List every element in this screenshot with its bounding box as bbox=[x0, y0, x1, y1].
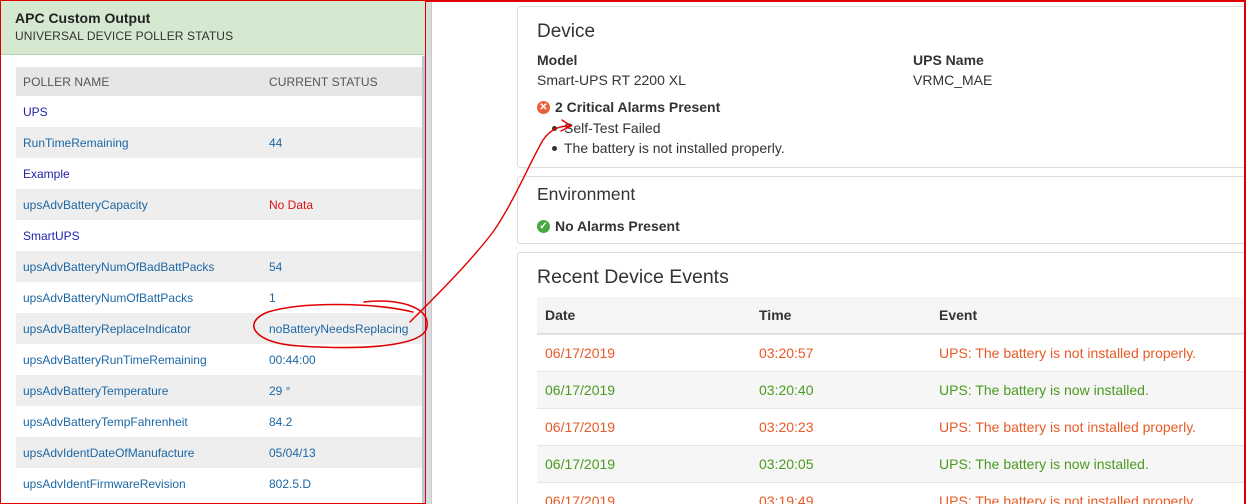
poller-group-link[interactable]: SmartUPS bbox=[16, 229, 269, 243]
event-message: UPS: The battery is not installed proper… bbox=[939, 419, 1197, 435]
table-row: 06/17/2019 03:20:57 UPS: The battery is … bbox=[537, 334, 1246, 371]
poller-status: 29 ° bbox=[269, 383, 291, 398]
poller-group-link[interactable]: Example bbox=[16, 167, 269, 181]
event-date: 06/17/2019 bbox=[545, 345, 616, 361]
poller-status: 84.2 bbox=[269, 414, 293, 429]
column-header-time[interactable]: Time bbox=[759, 307, 939, 323]
poller-status: 1 bbox=[269, 290, 276, 305]
environment-status-text: No Alarms Present bbox=[555, 218, 680, 234]
poller-status: 54 bbox=[269, 259, 283, 274]
poller-status: 05/04/13 bbox=[269, 445, 316, 460]
event-time: 03:20:40 bbox=[759, 382, 814, 398]
column-header-event[interactable]: Event bbox=[939, 307, 977, 323]
table-row: 06/17/2019 03:20:23 UPS: The battery is … bbox=[537, 408, 1246, 445]
environment-status: ✓ No Alarms Present bbox=[537, 218, 680, 234]
event-date: 06/17/2019 bbox=[545, 419, 616, 435]
alarm-list: Self-Test Failed The battery is not inst… bbox=[552, 120, 785, 160]
ups-name-value: VRMC_MAE bbox=[913, 72, 993, 88]
poller-name-link[interactable]: upsAdvIdentFirmwareRevision bbox=[16, 477, 269, 491]
event-message: UPS: The battery is now installed. bbox=[939, 456, 1149, 472]
poller-status: 44 bbox=[269, 135, 283, 150]
event-message: UPS: The battery is now installed. bbox=[939, 382, 1149, 398]
column-header-current-status: CURRENT STATUS bbox=[269, 74, 378, 89]
table-row: upsAdvBatteryTemperature 29 ° bbox=[16, 375, 425, 406]
poller-status: 802.5.D bbox=[269, 476, 312, 491]
table-row: 06/17/2019 03:19:49 UPS: The battery is … bbox=[537, 482, 1246, 504]
poller-name-link[interactable]: RunTimeRemaining bbox=[16, 136, 269, 150]
table-row: upsAdvIdentFirmwareRevision 802.5.D bbox=[16, 468, 425, 499]
environment-card: Environment ✓ No Alarms Present bbox=[517, 176, 1246, 244]
event-date: 06/17/2019 bbox=[545, 382, 616, 398]
poller-status: noBatteryNeedsReplacing bbox=[269, 321, 409, 336]
table-row: upsAdvBatteryTempFahrenheit 84.2 bbox=[16, 406, 425, 437]
events-table: Date Time Event 06/17/2019 03:20:57 UPS:… bbox=[537, 297, 1246, 504]
table-row: upsAdvBatteryReplaceIndicator noBatteryN… bbox=[16, 313, 425, 344]
table-row: upsAdvBatteryCapacity No Data bbox=[16, 189, 425, 220]
poller-status: No Data bbox=[269, 197, 314, 212]
alarm-item: The battery is not installed properly. bbox=[552, 140, 785, 160]
poller-name-link[interactable]: upsAdvBatteryRunTimeRemaining bbox=[16, 353, 269, 367]
poller-name-link[interactable]: upsAdvBatteryCapacity bbox=[16, 198, 269, 212]
table-row: Example bbox=[16, 158, 425, 189]
annotation-border-top bbox=[426, 0, 1246, 2]
poller-name-link[interactable]: upsAdvBatteryNumOfBattPacks bbox=[16, 291, 269, 305]
critical-alarm-summary: ✕ 2 Critical Alarms Present bbox=[537, 99, 720, 115]
column-header-poller-name: POLLER NAME bbox=[23, 74, 110, 89]
poller-panel-title: APC Custom Output bbox=[15, 10, 151, 26]
poller-name-link[interactable]: upsAdvIdentDateOfManufacture bbox=[16, 446, 269, 460]
event-time: 03:20:05 bbox=[759, 456, 814, 472]
event-message: UPS: The battery is not installed proper… bbox=[939, 493, 1197, 504]
model-value: Smart-UPS RT 2200 XL bbox=[537, 72, 686, 88]
poller-name-link[interactable]: upsAdvBatteryTemperature bbox=[16, 384, 269, 398]
poller-name-link[interactable]: upsAdvBatteryNumOfBadBattPacks bbox=[16, 260, 269, 274]
poller-table-header: POLLER NAME CURRENT STATUS bbox=[16, 67, 425, 96]
x-circle-icon: ✕ bbox=[537, 100, 550, 114]
table-row: upsAdvIdentDateOfManufacture 05/04/13 bbox=[16, 437, 425, 468]
ups-name-label: UPS Name bbox=[913, 52, 984, 68]
table-row: RunTimeRemaining 44 bbox=[16, 127, 425, 158]
model-label: Model bbox=[537, 52, 578, 68]
poller-group-link[interactable]: UPS bbox=[16, 105, 269, 119]
environment-card-title: Environment bbox=[537, 184, 636, 204]
event-date: 06/17/2019 bbox=[545, 456, 616, 472]
poller-status: 00:44:00 bbox=[269, 352, 316, 367]
poller-name-link[interactable]: upsAdvBatteryReplaceIndicator bbox=[16, 322, 269, 336]
recent-events-title: Recent Device Events bbox=[537, 266, 729, 288]
event-time: 03:19:49 bbox=[759, 493, 814, 504]
table-row: 06/17/2019 03:20:05 UPS: The battery is … bbox=[537, 445, 1246, 482]
recent-events-card: Recent Device Events Date Time Event 06/… bbox=[517, 252, 1246, 504]
event-message: UPS: The battery is not installed proper… bbox=[939, 345, 1197, 361]
check-circle-icon: ✓ bbox=[537, 219, 550, 233]
event-date: 06/17/2019 bbox=[545, 493, 616, 504]
table-row: upsAdvBatteryNumOfBattPacks 1 bbox=[16, 282, 425, 313]
events-table-header: Date Time Event bbox=[537, 297, 1246, 334]
left-scrollbar[interactable] bbox=[422, 56, 425, 503]
device-card: Device Model Smart-UPS RT 2200 XL UPS Na… bbox=[517, 6, 1246, 168]
table-row: 06/17/2019 03:20:40 UPS: The battery is … bbox=[537, 371, 1246, 408]
event-time: 03:20:57 bbox=[759, 345, 814, 361]
table-row: upsAdvBatteryRunTimeRemaining 00:44:00 bbox=[16, 344, 425, 375]
table-row: upsAdvBatteryNumOfBadBattPacks 54 bbox=[16, 251, 425, 282]
event-time: 03:20:23 bbox=[759, 419, 814, 435]
table-row: SmartUPS bbox=[16, 220, 425, 251]
poller-name-link[interactable]: upsAdvBatteryTempFahrenheit bbox=[16, 415, 269, 429]
poller-panel-header: APC Custom Output UNIVERSAL DEVICE POLLE… bbox=[1, 1, 425, 55]
device-card-title: Device bbox=[537, 21, 596, 42]
poller-panel-subtitle: UNIVERSAL DEVICE POLLER STATUS bbox=[15, 29, 234, 43]
poller-table: POLLER NAME CURRENT STATUS UPS RunTimeRe… bbox=[16, 67, 425, 499]
table-row: UPS bbox=[16, 96, 425, 127]
column-header-date[interactable]: Date bbox=[537, 307, 759, 323]
alarm-summary-text: 2 Critical Alarms Present bbox=[555, 99, 721, 115]
poller-status-panel: APC Custom Output UNIVERSAL DEVICE POLLE… bbox=[0, 0, 426, 504]
alarm-item: Self-Test Failed bbox=[552, 120, 785, 140]
